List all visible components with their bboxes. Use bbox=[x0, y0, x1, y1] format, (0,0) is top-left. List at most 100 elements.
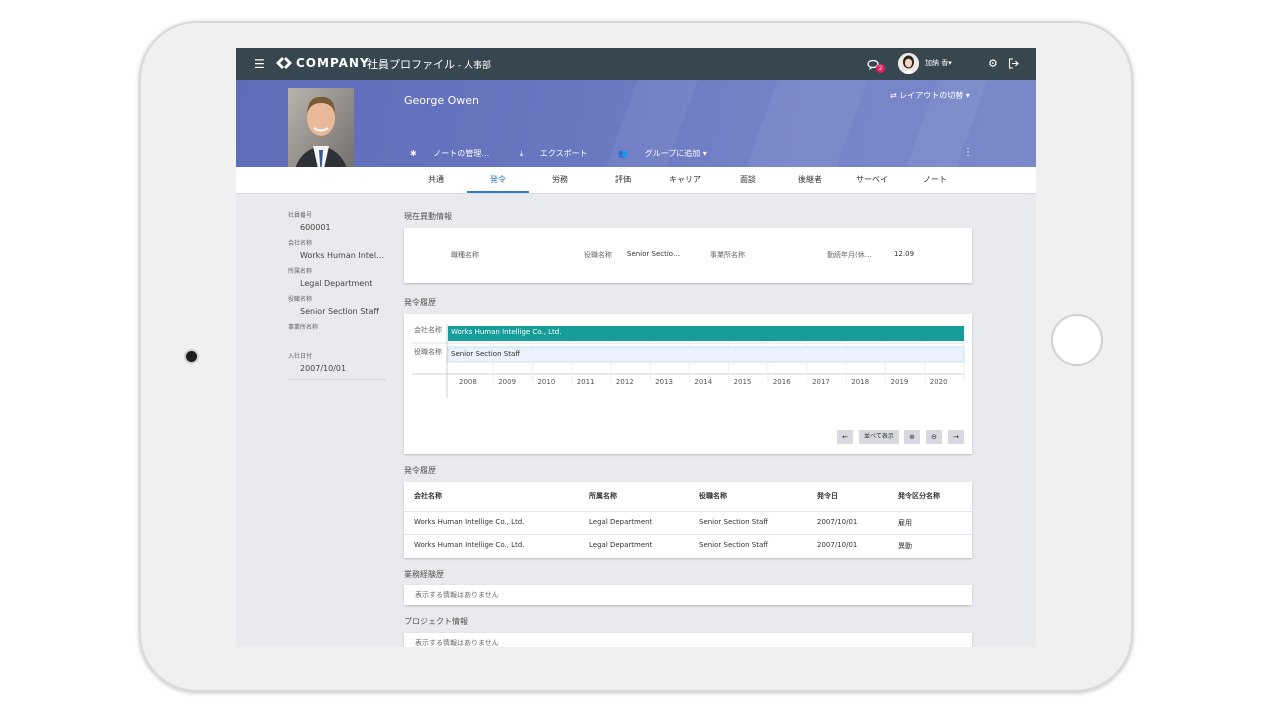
gear-icon[interactable]: ⚙ bbox=[988, 57, 998, 70]
empty-message: 表示する情報はありません bbox=[415, 639, 499, 647]
active-tab-indicator bbox=[467, 191, 529, 193]
table-cell: Works Human Intellige Co., Ltd. bbox=[414, 518, 525, 526]
employee-name: George Owen bbox=[404, 94, 479, 107]
timeline-year-label: 2016 bbox=[773, 378, 791, 386]
menu-icon[interactable]: ☰ bbox=[254, 57, 265, 71]
user-avatar[interactable] bbox=[898, 53, 919, 74]
timeline-zoom-out-button[interactable]: ⊖ bbox=[926, 430, 942, 444]
office-label: 事業所名称 bbox=[288, 324, 319, 331]
company-logo-icon bbox=[276, 57, 292, 69]
timeline-year-label: 2019 bbox=[891, 378, 909, 386]
tenure-label: 勤続年月(休… bbox=[827, 251, 872, 259]
timeline-position-bar bbox=[447, 346, 965, 363]
user-avatar-image bbox=[898, 53, 919, 74]
office-value bbox=[288, 335, 386, 345]
timeline-year-label: 2013 bbox=[655, 378, 673, 386]
table-cell: Works Human Intellige Co., Ltd. bbox=[414, 541, 525, 549]
export-button[interactable]: ⤓ エクスポート bbox=[520, 149, 602, 158]
add-to-group-button[interactable]: 👥 グループに追加 ▾ bbox=[618, 149, 721, 158]
app-screen: ☰ COMPANY 社員プロファイル - 人事部 2 加納 香▾ ⚙ Georg… bbox=[236, 48, 1036, 647]
timeline-year-label: 2010 bbox=[537, 378, 555, 386]
table-cell: Senior Section Staff bbox=[699, 518, 769, 526]
tab-notes[interactable]: ノート bbox=[904, 174, 966, 185]
page-title: 社員プロファイル - 人事部 bbox=[367, 56, 491, 72]
timeline-year-label: 2018 bbox=[851, 378, 869, 386]
timeline-company-bar-label: Works Human Intellige Co., Ltd. bbox=[451, 328, 562, 336]
col-company: 会社名称 bbox=[414, 492, 442, 500]
table-cell: 2007/10/01 bbox=[817, 541, 858, 549]
tab-interview[interactable]: 面談 bbox=[717, 174, 779, 185]
page-title-text: 社員プロファイル bbox=[367, 58, 455, 71]
tenure-value: 12.09 bbox=[894, 250, 915, 258]
user-menu[interactable]: 加納 香▾ bbox=[925, 58, 952, 68]
layout-switch-button[interactable]: ⇄ レイアウトの切替 ▾ bbox=[890, 90, 970, 101]
col-department: 所属名称 bbox=[589, 492, 617, 500]
employee-number-label: 社員番号 bbox=[288, 212, 313, 219]
timeline-year-label: 2014 bbox=[694, 378, 712, 386]
office-label: 事業所名称 bbox=[710, 251, 745, 259]
notification-badge: 2 bbox=[876, 64, 885, 73]
timeline-side-by-side-button[interactable]: 並べて表示 bbox=[859, 430, 899, 444]
table-cell: 異動 bbox=[898, 542, 912, 550]
tab-labor[interactable]: 労務 bbox=[529, 174, 591, 185]
tab-appointment[interactable]: 発令 bbox=[467, 174, 529, 185]
table-cell: Legal Department bbox=[589, 518, 653, 526]
position-label: 役職名称 bbox=[288, 296, 313, 303]
gear-small-icon: ✱ bbox=[410, 149, 420, 158]
timeline-prev-button[interactable]: ← bbox=[837, 430, 853, 444]
timeline-zoom-in-button[interactable]: ⊕ bbox=[904, 430, 920, 444]
profile-actions: ✱ ノートの管理… ⤓ エクスポート 👥 グループに追加 ▾ bbox=[410, 148, 735, 159]
current-assignment-title: 現在異動情報 bbox=[404, 212, 452, 221]
project-info-card: 表示する情報はありません bbox=[404, 633, 972, 647]
banner-decoration bbox=[726, 80, 876, 167]
company-name-value: Works Human Intelli… bbox=[300, 251, 386, 260]
col-type: 発令区分名称 bbox=[898, 492, 940, 500]
timeline-year-label: 2015 bbox=[734, 378, 752, 386]
tab-common[interactable]: 共通 bbox=[405, 174, 467, 185]
divider bbox=[404, 534, 972, 535]
home-button[interactable] bbox=[1051, 314, 1103, 366]
timeline-position-bar-label: Senior Section Staff bbox=[451, 350, 521, 358]
table-cell: Senior Section Staff bbox=[699, 541, 769, 549]
logout-icon[interactable] bbox=[1008, 58, 1019, 69]
camera-icon bbox=[186, 351, 197, 362]
divider bbox=[404, 511, 972, 512]
appointment-history-title: 発令履歴 bbox=[404, 466, 436, 475]
profile-banner: George Owen ⇄ レイアウトの切替 ▾ ✱ ノートの管理… ⤓ エクス… bbox=[236, 80, 1036, 167]
tab-survey[interactable]: サーベイ bbox=[841, 174, 903, 185]
more-menu-icon[interactable]: ⋮ bbox=[963, 147, 973, 158]
current-assignment-card: 職種名称 役職名称 Senior Sectio… 事業所名称 勤続年月(休… 1… bbox=[404, 228, 972, 283]
hire-date-value: 2007/10/01 bbox=[300, 364, 347, 373]
table-cell: 2007/10/01 bbox=[817, 518, 858, 526]
position-value: Senior Section Staff bbox=[300, 307, 379, 316]
appointment-timeline-card: 会社名称 役職名称 2008 2009 2010 2011 2012 2013 2014 20… bbox=[404, 314, 972, 454]
tab-career[interactable]: キャリア bbox=[654, 174, 716, 185]
job-title-label: 職種名称 bbox=[451, 251, 479, 259]
tab-evaluation[interactable]: 評価 bbox=[592, 174, 654, 185]
employee-summary: 社員番号 600001 会社名称 Works Human Intelli… 所属… bbox=[288, 208, 386, 380]
department-text: - 人事部 bbox=[455, 61, 491, 71]
position-value: Senior Sectio… bbox=[627, 250, 681, 258]
timeline-year-label: 2012 bbox=[616, 378, 634, 386]
tab-successor[interactable]: 後継者 bbox=[779, 174, 841, 185]
timeline-year-label: 2017 bbox=[812, 378, 830, 386]
download-icon: ⤓ bbox=[519, 149, 526, 158]
work-experience-card: 表示する情報はありません bbox=[404, 585, 972, 605]
timeline-year-label: 2011 bbox=[577, 378, 595, 386]
employee-number-value: 600001 bbox=[300, 223, 331, 232]
hire-date-label: 入社日付 bbox=[288, 353, 313, 360]
brand-name: COMPANY bbox=[296, 56, 370, 70]
timeline-year-label: 2008 bbox=[459, 378, 477, 386]
manage-notes-button[interactable]: ✱ ノートの管理… bbox=[410, 149, 503, 158]
timeline-next-button[interactable]: → bbox=[948, 430, 964, 444]
appointment-history-table: 会社名称 所属名称 役職名称 発令日 発令区分名称 Works Human In… bbox=[404, 482, 972, 558]
group-icon: 👥 bbox=[618, 149, 631, 158]
top-navbar: ☰ COMPANY 社員プロファイル - 人事部 2 加納 香▾ ⚙ bbox=[236, 48, 1036, 80]
timeline-year-label: 2020 bbox=[930, 378, 948, 386]
empty-message: 表示する情報はありません bbox=[415, 591, 499, 599]
department-value: Legal Department bbox=[300, 279, 373, 288]
add-to-group-label: グループに追加 ▾ bbox=[644, 149, 707, 158]
col-date: 発令日 bbox=[817, 492, 838, 500]
col-position: 役職名称 bbox=[699, 492, 727, 500]
manage-notes-label: ノートの管理… bbox=[433, 149, 490, 158]
